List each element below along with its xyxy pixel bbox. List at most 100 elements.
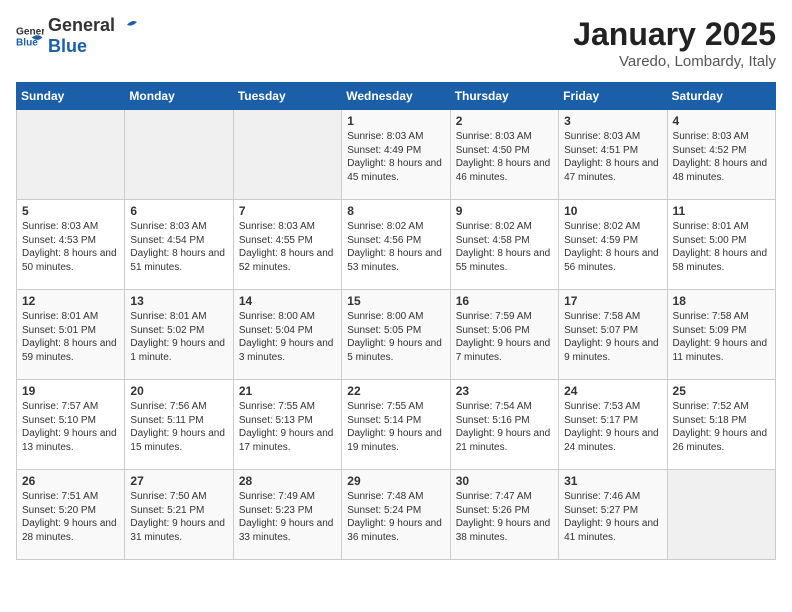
calendar-header-row: SundayMondayTuesdayWednesdayThursdayFrid… xyxy=(17,83,776,110)
calendar-cell: 4 Sunrise: 8:03 AM Sunset: 4:52 PM Daylig… xyxy=(667,110,775,200)
calendar-title: January 2025 xyxy=(573,16,776,53)
day-info: Sunrise: 8:01 AM Sunset: 5:02 PM Dayligh… xyxy=(130,310,227,364)
calendar-cell: 15Sunrise: 8:00 AM Sunset: 5:05 PM Dayli… xyxy=(342,290,450,380)
calendar-cell: 6 Sunrise: 8:03 AM Sunset: 4:54 PM Daylig… xyxy=(125,200,233,290)
logo-general-text: General xyxy=(48,16,115,37)
calendar-cell: 21 Sunrise: 7:55 AM Sunset: 5:13 PM Dayli… xyxy=(233,380,341,470)
day-info: Sunrise: 8:00 AM Sunset: 5:05 PM Dayligh… xyxy=(347,310,444,364)
calendar-cell: 7 Sunrise: 8:03 AM Sunset: 4:55 PM Daylig… xyxy=(233,200,341,290)
day-number: 11 xyxy=(673,204,770,218)
day-number: 20 xyxy=(130,384,227,398)
day-number: 23 xyxy=(456,384,553,398)
day-number: 19 xyxy=(22,384,119,398)
calendar-cell xyxy=(233,110,341,200)
day-number: 17 xyxy=(564,294,661,308)
day-number: 10 xyxy=(564,204,661,218)
day-number: 27 xyxy=(130,474,227,488)
day-number: 25 xyxy=(673,384,770,398)
day-number: 7 xyxy=(239,204,336,218)
day-number: 5 xyxy=(22,204,119,218)
day-info: Sunrise: 8:01 AM Sunset: 5:00 PM Dayligh… xyxy=(673,220,770,274)
calendar-cell: 12 Sunrise: 8:01 AM Sunset: 5:01 PM Dayli… xyxy=(17,290,125,380)
calendar-cell xyxy=(125,110,233,200)
day-number: 6 xyxy=(130,204,227,218)
calendar-header-wednesday: Wednesday xyxy=(342,83,450,110)
calendar-header-thursday: Thursday xyxy=(450,83,558,110)
day-number: 24 xyxy=(564,384,661,398)
calendar-cell: 1Sunrise: 8:03 AM Sunset: 4:49 PM Daylig… xyxy=(342,110,450,200)
day-info: Sunrise: 7:56 AM Sunset: 5:11 PM Dayligh… xyxy=(130,400,227,454)
calendar-subtitle: Varedo, Lombardy, Italy xyxy=(573,53,776,70)
calendar-cell: 2Sunrise: 8:03 AM Sunset: 4:50 PM Daylig… xyxy=(450,110,558,200)
calendar-cell: 11 Sunrise: 8:01 AM Sunset: 5:00 PM Dayli… xyxy=(667,200,775,290)
calendar-cell: 14Sunrise: 8:00 AM Sunset: 5:04 PM Dayli… xyxy=(233,290,341,380)
calendar-header-sunday: Sunday xyxy=(17,83,125,110)
calendar-cell: 16Sunrise: 7:59 AM Sunset: 5:06 PM Dayli… xyxy=(450,290,558,380)
day-info: Sunrise: 7:46 AM Sunset: 5:27 PM Dayligh… xyxy=(564,490,661,544)
calendar-week-row: 19Sunrise: 7:57 AM Sunset: 5:10 PM Dayli… xyxy=(17,380,776,470)
day-info: Sunrise: 8:00 AM Sunset: 5:04 PM Dayligh… xyxy=(239,310,336,364)
day-info: Sunrise: 8:03 AM Sunset: 4:55 PM Dayligh… xyxy=(239,220,336,274)
calendar-cell: 27 Sunrise: 7:50 AM Sunset: 5:21 PM Dayli… xyxy=(125,470,233,560)
calendar-cell: 25 Sunrise: 7:52 AM Sunset: 5:18 PM Dayli… xyxy=(667,380,775,470)
logo-icon: General Blue xyxy=(16,22,44,50)
calendar-cell: 23Sunrise: 7:54 AM Sunset: 5:16 PM Dayli… xyxy=(450,380,558,470)
logo: General Blue General Blue xyxy=(16,16,137,55)
logo-blue-text: Blue xyxy=(48,37,137,55)
calendar-cell: 10Sunrise: 8:02 AM Sunset: 4:59 PM Dayli… xyxy=(559,200,667,290)
calendar-cell xyxy=(667,470,775,560)
day-number: 30 xyxy=(456,474,553,488)
day-number: 13 xyxy=(130,294,227,308)
calendar-cell xyxy=(17,110,125,200)
day-number: 26 xyxy=(22,474,119,488)
calendar-cell: 5 Sunrise: 8:03 AM Sunset: 4:53 PM Daylig… xyxy=(17,200,125,290)
day-number: 4 xyxy=(673,114,770,128)
day-info: Sunrise: 7:55 AM Sunset: 5:13 PM Dayligh… xyxy=(239,400,336,454)
day-info: Sunrise: 7:51 AM Sunset: 5:20 PM Dayligh… xyxy=(22,490,119,544)
day-number: 28 xyxy=(239,474,336,488)
calendar-header-monday: Monday xyxy=(125,83,233,110)
day-info: Sunrise: 8:03 AM Sunset: 4:49 PM Dayligh… xyxy=(347,130,444,184)
day-info: Sunrise: 7:52 AM Sunset: 5:18 PM Dayligh… xyxy=(673,400,770,454)
calendar-cell: 19Sunrise: 7:57 AM Sunset: 5:10 PM Dayli… xyxy=(17,380,125,470)
day-number: 29 xyxy=(347,474,444,488)
calendar-week-row: 5 Sunrise: 8:03 AM Sunset: 4:53 PM Daylig… xyxy=(17,200,776,290)
calendar-cell: 8Sunrise: 8:02 AM Sunset: 4:56 PM Daylig… xyxy=(342,200,450,290)
day-info: Sunrise: 7:47 AM Sunset: 5:26 PM Dayligh… xyxy=(456,490,553,544)
day-info: Sunrise: 7:58 AM Sunset: 5:07 PM Dayligh… xyxy=(564,310,661,364)
day-info: Sunrise: 8:03 AM Sunset: 4:53 PM Dayligh… xyxy=(22,220,119,274)
calendar-cell: 20 Sunrise: 7:56 AM Sunset: 5:11 PM Dayli… xyxy=(125,380,233,470)
day-info: Sunrise: 7:53 AM Sunset: 5:17 PM Dayligh… xyxy=(564,400,661,454)
calendar-cell: 3Sunrise: 8:03 AM Sunset: 4:51 PM Daylig… xyxy=(559,110,667,200)
day-number: 22 xyxy=(347,384,444,398)
day-number: 18 xyxy=(673,294,770,308)
title-area: January 2025 Varedo, Lombardy, Italy xyxy=(573,16,776,70)
calendar-week-row: 1Sunrise: 8:03 AM Sunset: 4:49 PM Daylig… xyxy=(17,110,776,200)
calendar-header-tuesday: Tuesday xyxy=(233,83,341,110)
day-info: Sunrise: 8:02 AM Sunset: 4:56 PM Dayligh… xyxy=(347,220,444,274)
calendar-table: SundayMondayTuesdayWednesdayThursdayFrid… xyxy=(16,82,776,560)
day-info: Sunrise: 7:48 AM Sunset: 5:24 PM Dayligh… xyxy=(347,490,444,544)
calendar-cell: 22 Sunrise: 7:55 AM Sunset: 5:14 PM Dayli… xyxy=(342,380,450,470)
day-info: Sunrise: 7:50 AM Sunset: 5:21 PM Dayligh… xyxy=(130,490,227,544)
day-number: 21 xyxy=(239,384,336,398)
calendar-cell: 17 Sunrise: 7:58 AM Sunset: 5:07 PM Dayli… xyxy=(559,290,667,380)
calendar-week-row: 26 Sunrise: 7:51 AM Sunset: 5:20 PM Dayli… xyxy=(17,470,776,560)
day-number: 12 xyxy=(22,294,119,308)
day-info: Sunrise: 8:01 AM Sunset: 5:01 PM Dayligh… xyxy=(22,310,119,364)
logo-bird-icon xyxy=(117,17,137,33)
calendar-header-friday: Friday xyxy=(559,83,667,110)
calendar-cell: 29 Sunrise: 7:48 AM Sunset: 5:24 PM Dayli… xyxy=(342,470,450,560)
day-info: Sunrise: 8:03 AM Sunset: 4:54 PM Dayligh… xyxy=(130,220,227,274)
day-info: Sunrise: 7:55 AM Sunset: 5:14 PM Dayligh… xyxy=(347,400,444,454)
calendar-cell: 13 Sunrise: 8:01 AM Sunset: 5:02 PM Dayli… xyxy=(125,290,233,380)
day-info: Sunrise: 7:49 AM Sunset: 5:23 PM Dayligh… xyxy=(239,490,336,544)
calendar-cell: 24 Sunrise: 7:53 AM Sunset: 5:17 PM Dayli… xyxy=(559,380,667,470)
day-info: Sunrise: 8:02 AM Sunset: 4:58 PM Dayligh… xyxy=(456,220,553,274)
calendar-cell: 30 Sunrise: 7:47 AM Sunset: 5:26 PM Dayli… xyxy=(450,470,558,560)
calendar-cell: 9Sunrise: 8:02 AM Sunset: 4:58 PM Daylig… xyxy=(450,200,558,290)
day-number: 16 xyxy=(456,294,553,308)
day-info: Sunrise: 8:03 AM Sunset: 4:52 PM Dayligh… xyxy=(673,130,770,184)
day-number: 3 xyxy=(564,114,661,128)
calendar-cell: 28 Sunrise: 7:49 AM Sunset: 5:23 PM Dayli… xyxy=(233,470,341,560)
